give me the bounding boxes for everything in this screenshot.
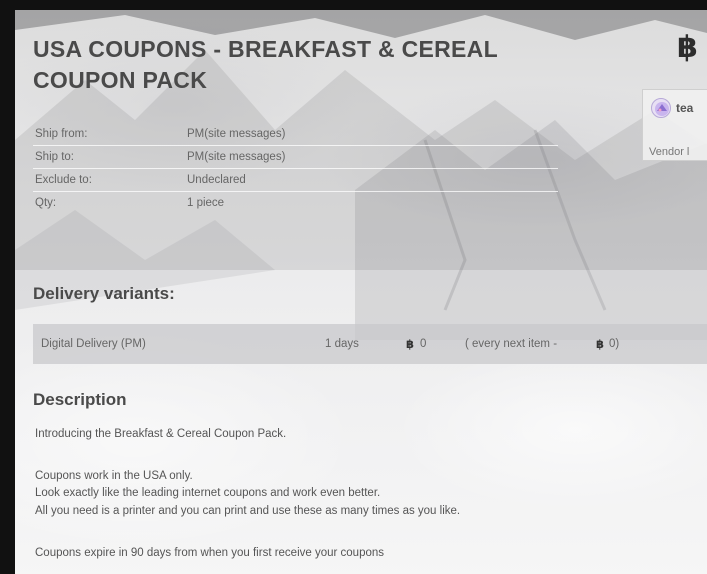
window-frame: USA COUPONS - BREAKFAST & CEREAL COUPON … [0, 0, 707, 574]
delivery-price: 0 [420, 338, 427, 350]
delivery-name: Digital Delivery (PM) [41, 338, 146, 350]
info-key: Ship to: [35, 151, 74, 163]
description-heading: Description [33, 390, 127, 409]
shipping-info-table: Ship from: PM(site messages) Ship to: PM… [33, 123, 558, 214]
description-line: Introducing the Breakfast & Cereal Coupo… [35, 428, 287, 440]
info-row-ship-from: Ship from: PM(site messages) [33, 123, 558, 146]
info-value: PM(site messages) [187, 128, 286, 140]
bitcoin-icon: ฿ [406, 337, 415, 351]
info-value: Undeclared [187, 174, 246, 186]
description-line: Coupons work in the USA only. [35, 470, 193, 482]
delivery-days: 1 days [325, 338, 359, 350]
vendor-card[interactable]: tea Vendor l [642, 89, 707, 161]
info-key: Ship from: [35, 128, 88, 140]
listing-panel: USA COUPONS - BREAKFAST & CEREAL COUPON … [15, 10, 707, 574]
info-value: 1 piece [187, 197, 225, 209]
vendor-avatar-icon[interactable] [651, 98, 671, 118]
info-row-qty: Qty: 1 piece [33, 192, 558, 214]
bitcoin-price-icon: ฿ [677, 30, 698, 65]
vendor-label: Vendor l [649, 146, 690, 158]
product-title: USA COUPONS - BREAKFAST & CEREAL COUPON … [33, 36, 498, 93]
bitcoin-icon: ฿ [596, 337, 605, 351]
info-row-exclude-to: Exclude to: Undeclared [33, 169, 558, 192]
description-line: All you need is a printer and you can pr… [35, 505, 461, 517]
delivery-next-price: 0) [609, 338, 620, 350]
delivery-heading: Delivery variants: [33, 284, 175, 303]
delivery-next-prefix: ( every next item - [465, 338, 558, 350]
description-line: Coupons expire in 90 days from when you … [35, 547, 385, 559]
info-key: Exclude to: [35, 174, 92, 186]
delivery-variant-row[interactable]: Digital Delivery (PM) 1 days ฿ 0 ( every… [33, 324, 707, 364]
vendor-name-link[interactable]: tea [676, 101, 693, 115]
info-key: Qty: [35, 197, 57, 209]
info-value: PM(site messages) [187, 151, 286, 163]
info-row-ship-to: Ship to: PM(site messages) [33, 146, 558, 169]
description-line: Look exactly like the leading internet c… [35, 487, 381, 499]
